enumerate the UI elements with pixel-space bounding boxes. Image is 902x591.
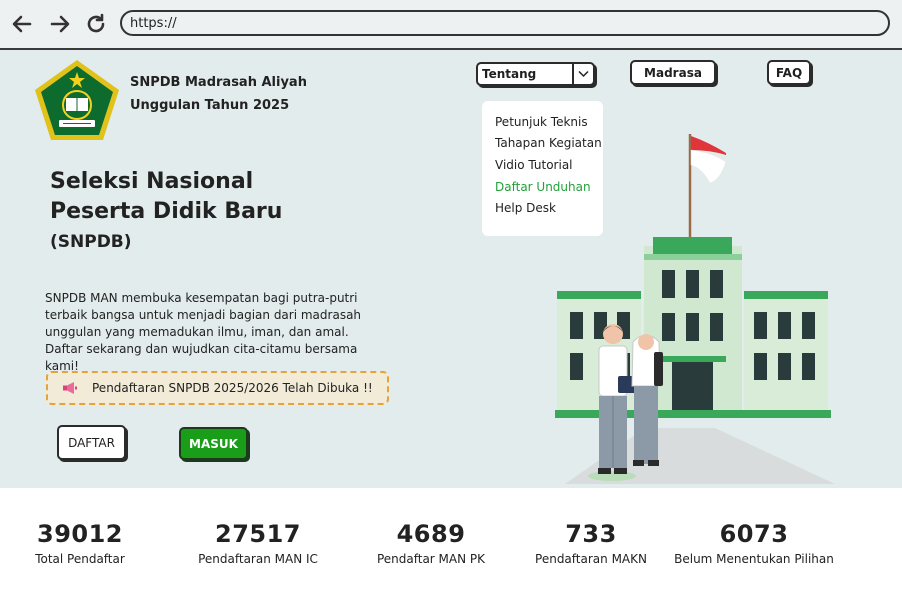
back-arrow-icon[interactable] [10, 12, 34, 36]
tentang-select[interactable]: Tentang [476, 62, 595, 86]
notice-text: Pendaftaran SNPDB 2025/2026 Telah Dibuka… [92, 381, 373, 395]
stat-label: Belum Menentukan Pilihan [674, 552, 834, 566]
stat-man-pk: 4689 Pendaftar MAN PK [368, 520, 494, 566]
url-text: https:// [130, 16, 177, 31]
faq-button[interactable]: FAQ [767, 60, 811, 85]
school-building-illustration [555, 134, 835, 484]
stat-value: 6073 [719, 520, 789, 548]
madrasa-button[interactable]: Madrasa [630, 60, 716, 85]
stat-value: 27517 [215, 520, 301, 548]
url-bar[interactable]: https:// [120, 10, 890, 36]
hero-description: SNPDB MAN membuka kesempatan bagi putra-… [45, 291, 362, 373]
kemenag-logo-icon [35, 60, 119, 140]
stat-value: 4689 [396, 520, 466, 548]
forward-arrow-icon[interactable] [48, 12, 72, 36]
tentang-select-value: Tentang [482, 67, 537, 81]
brand-title-line2: Unggulan Tahun 2025 [130, 98, 290, 113]
menu-item-help-desk[interactable]: Help Desk [495, 201, 556, 215]
masuk-button[interactable]: MASUK [179, 427, 248, 460]
stat-value: 39012 [37, 520, 123, 548]
reload-icon[interactable] [84, 12, 108, 36]
daftar-button[interactable]: DAFTAR [57, 425, 126, 460]
stat-value: 733 [565, 520, 617, 548]
stat-belum-menentukan: 6073 Belum Menentukan Pilihan [668, 520, 840, 566]
stat-label: Pendaftaran MAKN [535, 552, 647, 566]
stat-total-pendaftar: 39012 Total Pendaftar [25, 520, 135, 566]
stat-man-ic: 27517 Pendaftaran MAN IC [190, 520, 326, 566]
chevron-down-icon[interactable] [572, 64, 593, 84]
stat-makn: 733 Pendaftaran MAKN [526, 520, 656, 566]
stat-label: Total Pendaftar [35, 552, 125, 566]
menu-item-petunjuk-teknis[interactable]: Petunjuk Teknis [495, 115, 588, 129]
hero-title-line1: Seleksi Nasional [50, 169, 254, 194]
hero-title-line2: Peserta Didik Baru [50, 199, 283, 224]
registration-notice: Pendaftaran SNPDB 2025/2026 Telah Dibuka… [46, 371, 389, 405]
brand-title-line1: SNPDB Madrasah Aliyah [130, 75, 307, 90]
browser-toolbar: https:// [0, 0, 902, 50]
stat-label: Pendaftar MAN PK [376, 552, 486, 566]
megaphone-icon [63, 382, 77, 394]
hero-title-line3: (SNPDB) [50, 232, 132, 252]
stat-label: Pendaftaran MAN IC [198, 552, 318, 566]
